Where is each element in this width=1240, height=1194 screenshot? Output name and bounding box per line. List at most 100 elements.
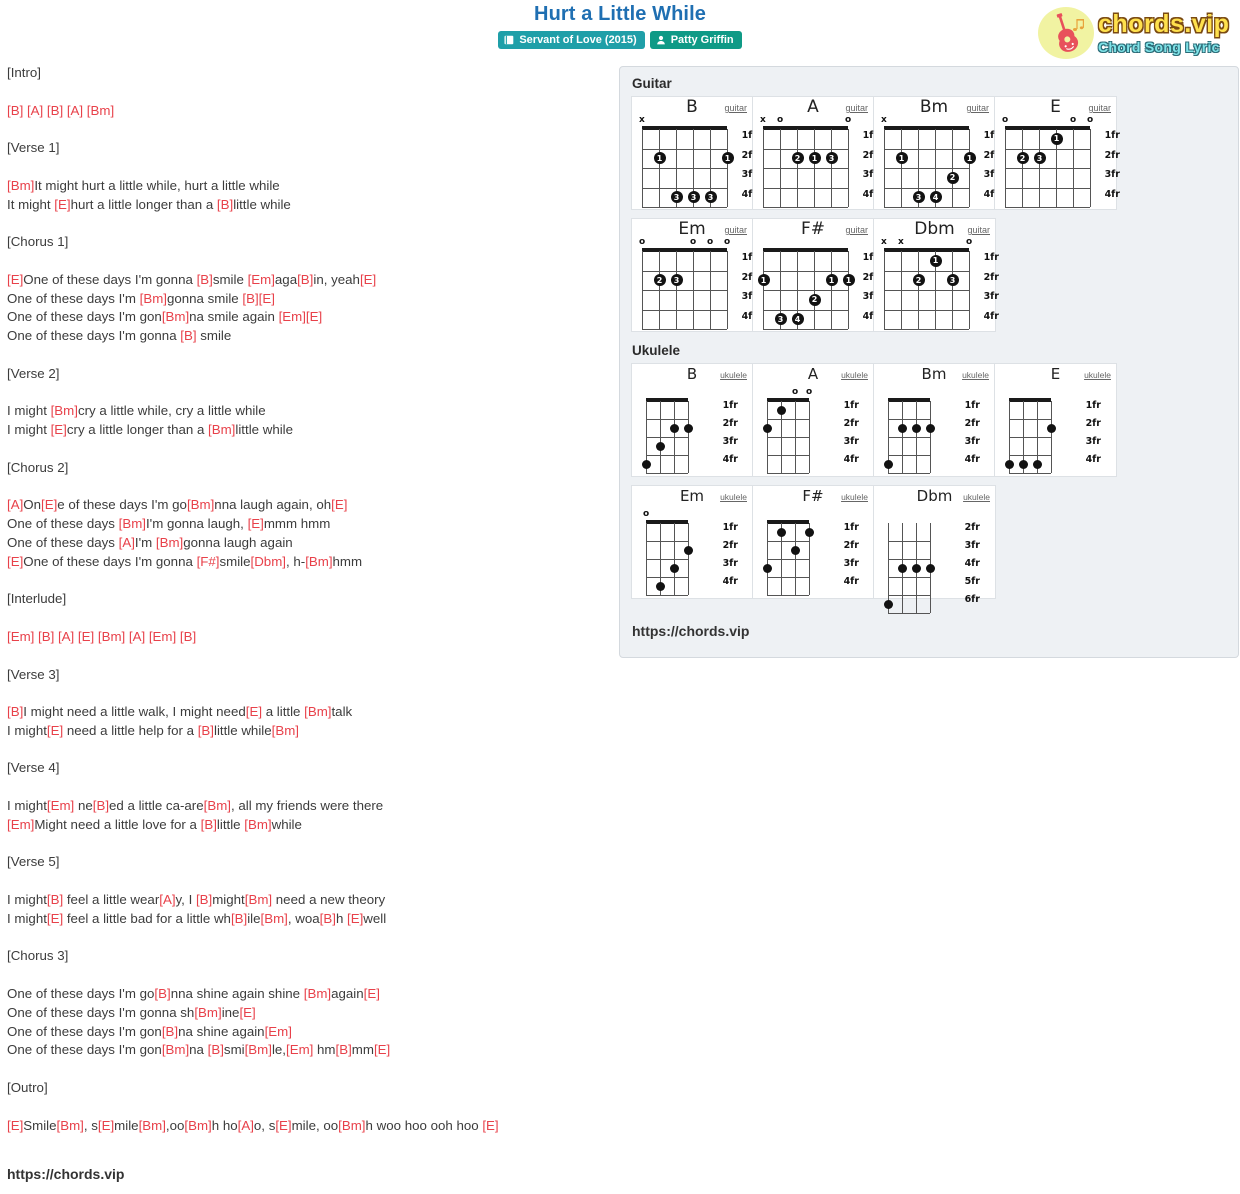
chord-marker[interactable]: [B]	[197, 272, 213, 287]
chord-marker[interactable]: [Bm]	[140, 291, 167, 306]
chord-marker[interactable]: [Bm]	[51, 403, 78, 418]
chord-marker[interactable]: [Em]	[248, 272, 275, 287]
chord-marker[interactable]: [Em]	[7, 817, 34, 832]
chord-marker[interactable]: [E]	[7, 554, 23, 569]
chord-marker[interactable]: [Bm]	[204, 798, 231, 813]
chord-marker[interactable]: [Em]	[47, 798, 74, 813]
chord-marker[interactable]: [B]	[154, 986, 170, 1001]
chord-diagram-a[interactable]: Aguitar x o o 2 1 3 1fr 2fr 3fr 4fr	[753, 97, 878, 209]
lyric-text: ine	[221, 1004, 240, 1020]
chord-marker[interactable]: [Bm]	[304, 986, 331, 1001]
chord-marker[interactable]: [Em]	[265, 1024, 292, 1039]
chord-diagram-dbm[interactable]: Dbm ukulele 2fr 3fr 4fr 5fr 6fr	[874, 486, 995, 614]
chord-marker[interactable]: [Bm]	[184, 1118, 211, 1133]
panel-footer-link[interactable]: https://chords.vip	[632, 623, 749, 639]
chord-marker[interactable]: [B][E]	[242, 291, 275, 306]
chord-marker[interactable]: [Bm]	[162, 309, 189, 324]
string-line	[969, 251, 970, 329]
chord-marker[interactable]: [Bm]	[305, 554, 332, 569]
chord-diagram-fsharp[interactable]: F# ukulele 1fr 2fr 3fr 4fr	[753, 486, 874, 598]
chord-marker[interactable]: [E]	[347, 911, 363, 926]
artist-badge[interactable]: Patty Griffin	[649, 31, 742, 50]
chord-marker[interactable]: [E]	[482, 1118, 498, 1133]
chord-marker[interactable]: [Bm]	[139, 1118, 166, 1133]
chord-marker[interactable]: [B]	[198, 723, 214, 738]
chord-marker[interactable]: [E]	[246, 704, 262, 719]
chord-marker[interactable]: [Bm]	[244, 817, 271, 832]
chord-marker[interactable]: [Bm]	[57, 1118, 84, 1133]
chord-marker[interactable]: [E]	[239, 1005, 255, 1020]
chord-marker[interactable]: [Bm]	[7, 178, 34, 193]
chord-marker[interactable]: [E]	[54, 197, 70, 212]
chord-marker[interactable]: [E]	[47, 723, 63, 738]
chord-marker[interactable]: [E]	[98, 1118, 114, 1133]
chord-marker[interactable]: [Bm]	[208, 422, 235, 437]
chord-diagram-bm[interactable]: Bm guitar x 1 1 2 3 4 1fr 2fr 3fr 4fr	[874, 97, 999, 209]
fret-number: 2fr	[843, 418, 859, 429]
chord-marker[interactable]: [B]	[320, 911, 336, 926]
chord-marker[interactable]: [E]	[374, 1042, 390, 1057]
fret-number: 4fr	[1104, 188, 1120, 200]
chord-marker[interactable]: [B]	[93, 798, 109, 813]
chord-marker[interactable]: [E]	[364, 986, 380, 1001]
chord-marker[interactable]: [E]	[47, 911, 63, 926]
chord-marker[interactable]: [A]	[119, 535, 135, 550]
chord-marker[interactable]: [Em]	[286, 1042, 313, 1057]
chord-diagram-e[interactable]: Eukulele 1fr 2fr 3fr 4fr	[995, 364, 1116, 476]
chord-marker[interactable]: [B]	[231, 911, 247, 926]
chord-marker[interactable]: [Bm]	[245, 1042, 272, 1057]
lyrics-footer-link[interactable]: https://chords.vip	[7, 1166, 124, 1182]
chord-diagram-e[interactable]: Eguitar o o o 1 2 3 1fr 2fr 3fr 4fr	[995, 97, 1120, 209]
chord-marker[interactable]: [B]	[7, 704, 23, 719]
lyric-section-header: [Verse 5]	[7, 853, 607, 872]
chord-marker[interactable]: [Em][E]	[279, 309, 323, 324]
chord-marker[interactable]: [B] [A] [B] [A] [Bm]	[7, 103, 114, 118]
chord-marker[interactable]: [Bm]	[187, 497, 214, 512]
chord-marker[interactable]: [Bm]	[156, 535, 183, 550]
chord-diagram-a[interactable]: Aukulele o o 1fr 2fr 3fr 4fr	[753, 364, 874, 476]
chord-marker[interactable]: [B]	[180, 328, 196, 343]
chord-diagram-bm[interactable]: Bm ukulele 1fr 2fr 3fr 4fr	[874, 364, 995, 476]
album-badge[interactable]: Servant of Love (2015)	[498, 31, 645, 50]
chord-marker[interactable]: [Bm]	[162, 1042, 189, 1057]
chord-marker[interactable]: [E]	[331, 497, 347, 512]
chord-marker[interactable]: [E]	[51, 422, 67, 437]
chord-marker[interactable]: [Bm]	[272, 723, 299, 738]
chord-marker[interactable]: [E]	[7, 1118, 23, 1133]
chord-marker[interactable]: [B]	[336, 1042, 352, 1057]
chord-marker[interactable]: [B]	[201, 817, 217, 832]
chord-marker[interactable]: [A]	[238, 1118, 254, 1133]
lyric-text: , woa	[287, 910, 320, 926]
chord-marker[interactable]: [Em] [B] [A] [E] [Bm] [A] [Em] [B]	[7, 629, 196, 644]
chord-marker[interactable]: [B]	[297, 272, 313, 287]
chord-marker[interactable]: [B]	[217, 197, 233, 212]
chord-marker[interactable]: [Bm]	[119, 516, 146, 531]
lyric-text: I might	[7, 892, 47, 908]
chord-marker[interactable]: [Dbm]	[251, 554, 286, 569]
chord-marker[interactable]: [A]	[159, 892, 175, 907]
chord-marker[interactable]: [E]	[248, 516, 264, 531]
chord-diagram-em[interactable]: Em ukulele o 1fr 2fr 3fr 4fr	[632, 486, 753, 598]
chord-diagram-b[interactable]: Bguitar x 1 1 3 3 3 1fr 2fr 3fr 4fr	[632, 97, 757, 209]
chord-diagram-b[interactable]: Bukulele 1fr 2fr 3fr 4fr	[632, 364, 753, 476]
chord-marker[interactable]: [E]	[275, 1118, 291, 1133]
chord-marker[interactable]: [Bm]	[304, 704, 331, 719]
chord-marker[interactable]: [B]	[208, 1042, 224, 1057]
chord-marker[interactable]: [Bm]	[261, 911, 288, 926]
chord-diagram-dbm[interactable]: Dbm guitar x x o 1 2 3 1fr 2fr 3fr 4fr	[874, 219, 999, 331]
chord-marker[interactable]: [B]	[196, 892, 212, 907]
chord-marker[interactable]: [E]	[360, 272, 376, 287]
chord-marker[interactable]: [B]	[162, 1024, 178, 1039]
instrument-label: ukulele	[841, 370, 868, 380]
chord-marker[interactable]: [B]	[47, 892, 63, 907]
chord-marker[interactable]: [A]	[7, 497, 23, 512]
chord-marker[interactable]: [E]	[7, 272, 23, 287]
chord-diagram-fsharp[interactable]: F# guitar 1 1 1 2 3 4 1fr 2fr 3fr 4fr	[753, 219, 878, 331]
chord-marker[interactable]: [F#]	[197, 554, 220, 569]
site-logo[interactable]: chords.vip Chord Song Lyric	[1038, 5, 1234, 61]
chord-marker[interactable]: [E]	[41, 497, 57, 512]
chord-marker[interactable]: [Bm]	[245, 892, 272, 907]
chord-marker[interactable]: [Bm]	[338, 1118, 365, 1133]
chord-diagram-em[interactable]: Em guitar o o o o 2 3 1fr 2fr 3fr 4fr	[632, 219, 757, 331]
chord-marker[interactable]: [Bm]	[194, 1005, 221, 1020]
